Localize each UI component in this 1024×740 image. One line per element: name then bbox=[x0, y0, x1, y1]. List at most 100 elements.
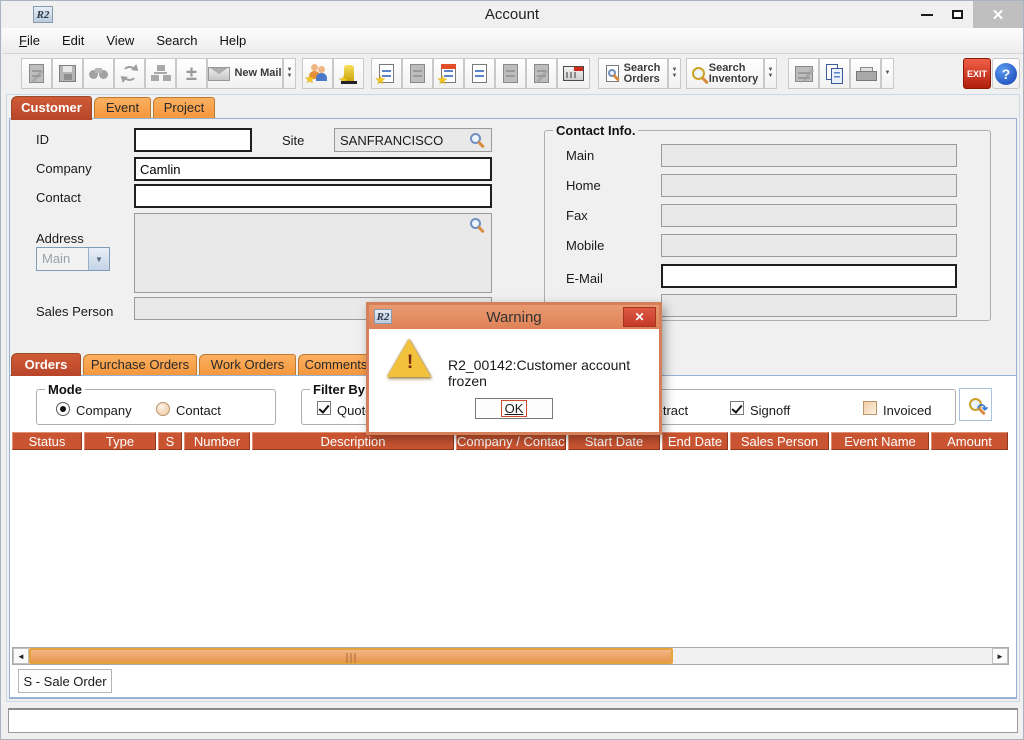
help-icon: ? bbox=[995, 63, 1017, 85]
status-bar-field[interactable] bbox=[8, 708, 1018, 733]
toolbar: ± New Mail ▼▼ ★ ★ ★ ★ SearchOrders ▼▼ bbox=[2, 54, 1024, 94]
save-icon bbox=[59, 65, 76, 82]
copy-order-button[interactable] bbox=[526, 58, 557, 89]
company-label: Company bbox=[36, 161, 92, 176]
tab-work-orders[interactable]: Work Orders bbox=[199, 354, 296, 375]
new-order-button[interactable]: ★ bbox=[433, 58, 464, 89]
maximize-button[interactable] bbox=[942, 1, 973, 28]
quote-checkbox[interactable] bbox=[317, 401, 331, 415]
open-quote-button[interactable] bbox=[402, 58, 433, 89]
pos-register-button[interactable] bbox=[557, 58, 590, 89]
menu-file[interactable]: File bbox=[8, 29, 51, 53]
titlebar: R2 Account ✕ bbox=[1, 1, 1023, 28]
scroll-right-button[interactable]: ► bbox=[992, 648, 1008, 664]
col-number[interactable]: Number bbox=[184, 432, 250, 450]
email-label: E-Mail bbox=[566, 271, 603, 286]
sites-button[interactable] bbox=[145, 58, 176, 89]
minimize-icon bbox=[921, 14, 933, 16]
refresh-button[interactable] bbox=[114, 58, 145, 89]
apply-filter-button[interactable]: ↷ bbox=[959, 388, 992, 421]
awards-button[interactable]: ★ bbox=[333, 58, 364, 89]
tab-project[interactable]: Project bbox=[153, 97, 215, 118]
filter-by-legend: Filter By bbox=[310, 382, 368, 397]
contact-input[interactable] bbox=[134, 184, 492, 208]
site-picker-icon[interactable] bbox=[470, 133, 481, 144]
new-contact-button[interactable]: ★ bbox=[302, 58, 333, 89]
minimize-button[interactable] bbox=[911, 1, 942, 28]
mode-contact-radio[interactable] bbox=[156, 402, 170, 416]
dialog-titlebar: R2 Warning ✕ bbox=[369, 305, 659, 329]
id-input[interactable] bbox=[134, 128, 252, 152]
open-order-button[interactable] bbox=[495, 58, 526, 89]
new-record-button[interactable] bbox=[21, 58, 52, 89]
menubar: File Edit View Search Help bbox=[2, 28, 1024, 54]
search-orders-button[interactable]: SearchOrders bbox=[598, 58, 668, 89]
menu-search[interactable]: Search bbox=[145, 29, 208, 53]
mode-company-radio[interactable] bbox=[56, 402, 70, 416]
address-picker-icon[interactable] bbox=[470, 218, 481, 229]
new-quote-button[interactable]: ★ bbox=[371, 58, 402, 89]
document-red-star-icon: ★ bbox=[441, 64, 456, 83]
invoiced-checkbox[interactable] bbox=[863, 401, 877, 415]
dialog-ok-button[interactable]: OK bbox=[475, 398, 553, 419]
close-icon: ✕ bbox=[992, 6, 1005, 24]
exit-button[interactable]: EXIT bbox=[963, 58, 991, 89]
col-status[interactable]: Status bbox=[12, 432, 82, 450]
window-title: Account bbox=[1, 1, 1023, 28]
address-type-dropdown[interactable]: ▼ bbox=[88, 248, 109, 270]
tab-event[interactable]: Event bbox=[94, 97, 151, 118]
site-value: SANFRANCISCO bbox=[340, 133, 443, 148]
view-order-button[interactable] bbox=[464, 58, 495, 89]
help-button[interactable]: ? bbox=[992, 58, 1020, 89]
col-s[interactable]: S bbox=[158, 432, 182, 450]
dialog-title: Warning bbox=[369, 309, 659, 326]
col-sales-person[interactable]: Sales Person bbox=[730, 432, 829, 450]
signoff-checkbox[interactable] bbox=[730, 401, 744, 415]
email-input[interactable] bbox=[661, 264, 957, 288]
col-amount[interactable]: Amount bbox=[931, 432, 1008, 450]
company-input[interactable] bbox=[134, 157, 492, 181]
dialog-close-button[interactable]: ✕ bbox=[623, 307, 656, 327]
print-dropdown[interactable]: ▼ bbox=[881, 58, 894, 89]
scroll-left-button[interactable]: ◄ bbox=[13, 648, 29, 664]
tab-orders[interactable]: Orders bbox=[11, 353, 81, 376]
menu-help[interactable]: Help bbox=[209, 29, 258, 53]
contact-info-legend: Contact Info. bbox=[553, 123, 638, 138]
main-phone-field bbox=[661, 144, 957, 167]
menu-edit[interactable]: Edit bbox=[51, 29, 95, 53]
scrollbar-thumb[interactable] bbox=[29, 648, 673, 664]
close-button[interactable]: ✕ bbox=[973, 1, 1023, 28]
col-type[interactable]: Type bbox=[84, 432, 156, 450]
col-event-name[interactable]: Event Name bbox=[831, 432, 929, 450]
save-button[interactable] bbox=[52, 58, 83, 89]
mode-group: Mode bbox=[36, 382, 276, 425]
menu-view[interactable]: View bbox=[95, 29, 145, 53]
documents-stack-icon bbox=[534, 64, 549, 83]
copy-button[interactable] bbox=[819, 58, 850, 89]
main-phone-label: Main bbox=[566, 148, 594, 163]
fax-label: Fax bbox=[566, 208, 588, 223]
dialog-message: R2_00142:Customer account frozen bbox=[448, 357, 659, 389]
tab-comments[interactable]: Comments bbox=[298, 354, 374, 375]
search-inventory-dropdown[interactable]: ▼▼ bbox=[764, 58, 777, 89]
new-mail-dropdown[interactable]: ▼▼ bbox=[283, 58, 296, 89]
arrow-left-icon: ◄ bbox=[17, 652, 25, 661]
warning-triangle-icon: ! bbox=[387, 339, 433, 381]
search-orders-dropdown[interactable]: ▼▼ bbox=[668, 58, 681, 89]
col-end-date[interactable]: End Date bbox=[662, 432, 728, 450]
arrow-swoosh-icon: ↷ bbox=[977, 401, 988, 417]
mode-legend: Mode bbox=[45, 382, 85, 397]
print-button[interactable] bbox=[850, 58, 881, 89]
search-inventory-button[interactable]: SearchInventory bbox=[686, 58, 764, 89]
tab-purchase-orders[interactable]: Purchase Orders bbox=[83, 354, 197, 375]
new-mail-button[interactable]: New Mail bbox=[207, 58, 283, 89]
document-star-icon: ★ bbox=[379, 64, 394, 83]
find-button[interactable] bbox=[83, 58, 114, 89]
new-mail-label: New Mail bbox=[234, 68, 281, 79]
tab-customer[interactable]: Customer bbox=[11, 96, 92, 120]
address-type-select[interactable]: Main ▼ bbox=[36, 247, 110, 271]
adjust-button[interactable]: ± bbox=[176, 58, 207, 89]
edit-button[interactable] bbox=[788, 58, 819, 89]
legend-bar: S - Sale Order bbox=[18, 669, 112, 693]
fax-field bbox=[661, 204, 957, 227]
